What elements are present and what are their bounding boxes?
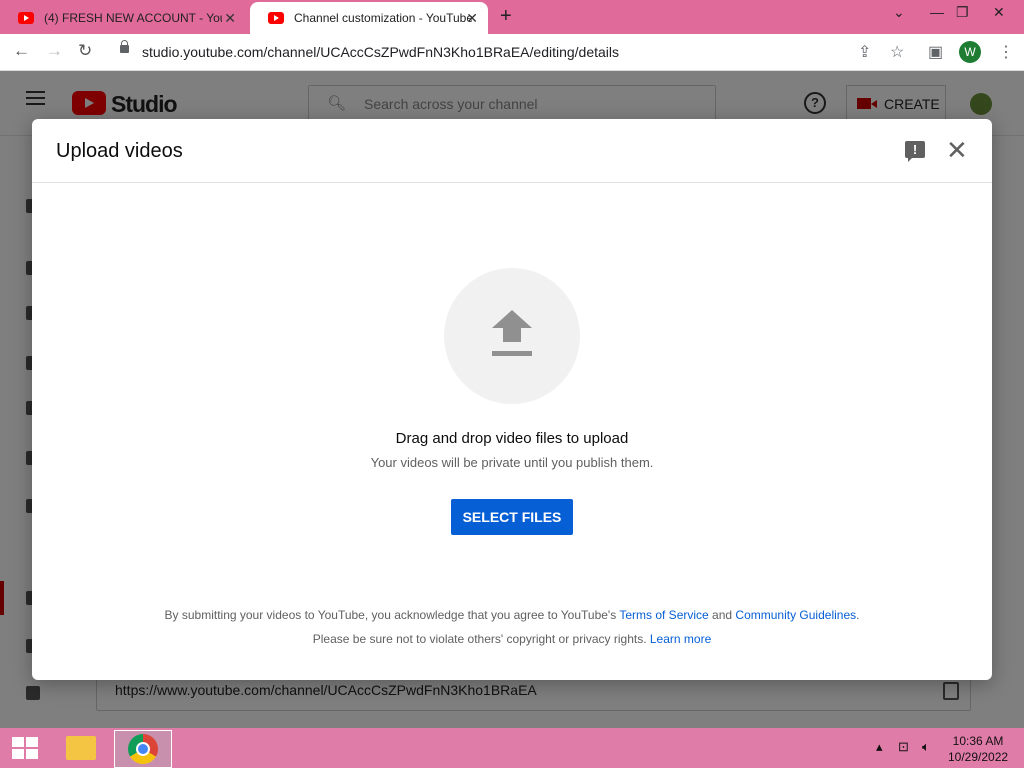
send-feedback-icon[interactable]: ! bbox=[905, 141, 925, 162]
show-hidden-icons-icon[interactable]: ▴ bbox=[876, 739, 883, 755]
windows-taskbar: ▴ ⊡ 🔈︎ 10:36 AM 10/29/2022 bbox=[0, 728, 1024, 768]
terms-of-service-link[interactable]: Terms of Service bbox=[619, 608, 708, 622]
tab-title: Channel customization - YouTube bbox=[294, 11, 472, 25]
profile-avatar[interactable]: W bbox=[959, 41, 981, 63]
windows-start-icon[interactable] bbox=[12, 737, 38, 759]
chrome-taskbar-button[interactable] bbox=[114, 730, 172, 768]
legal-and: and bbox=[708, 608, 736, 622]
dialog-title: Upload videos bbox=[56, 140, 183, 162]
close-tab-icon[interactable]: ✕ bbox=[466, 10, 478, 27]
community-guidelines-link[interactable]: Community Guidelines bbox=[735, 608, 856, 622]
clock-date: 10/29/2022 bbox=[948, 750, 1009, 764]
youtube-favicon-icon bbox=[268, 12, 284, 24]
address-bar[interactable]: studio.youtube.com/channel/UCAccCsZPwdFn… bbox=[142, 44, 619, 60]
upload-arrow-stem bbox=[503, 328, 521, 342]
reload-icon[interactable]: ↻ bbox=[78, 41, 92, 61]
new-tab-icon[interactable]: + bbox=[500, 5, 512, 28]
legal-prefix: By submitting your videos to YouTube, yo… bbox=[164, 608, 620, 622]
back-icon[interactable]: ← bbox=[13, 41, 30, 61]
youtube-favicon-icon bbox=[18, 12, 34, 24]
drag-drop-text: Drag and drop video files to upload bbox=[395, 430, 629, 447]
close-dialog-icon[interactable]: ✕ bbox=[946, 137, 968, 163]
upload-videos-dialog: Upload videos ! ✕ Drag and drop video fi… bbox=[32, 119, 992, 680]
upload-arrow-icon bbox=[492, 310, 532, 328]
chrome-icon bbox=[128, 734, 158, 764]
restore-icon[interactable]: ❐ bbox=[956, 4, 969, 21]
dialog-divider bbox=[32, 182, 992, 183]
select-files-button[interactable]: SELECT FILES bbox=[451, 499, 573, 535]
close-window-icon[interactable]: ✕ bbox=[993, 4, 1005, 21]
legal-period: . bbox=[856, 608, 860, 622]
file-explorer-icon[interactable] bbox=[66, 736, 96, 760]
privacy-note: Your videos will be private until you pu… bbox=[370, 455, 654, 470]
browser-tabstrip: (4) FRESH NEW ACCOUNT - YouT ✕ Channel c… bbox=[0, 0, 1024, 34]
more-menu-icon[interactable]: ⋮ bbox=[998, 42, 1014, 62]
learn-more-link[interactable]: Learn more bbox=[650, 632, 711, 646]
system-clock[interactable]: 10:36 AM 10/29/2022 bbox=[948, 733, 1008, 765]
legal-copyright-text: Please be sure not to violate others' co… bbox=[312, 632, 650, 646]
tab-search-chevron-icon[interactable]: ⌄ bbox=[893, 4, 905, 21]
volume-icon[interactable]: 🔈︎ bbox=[922, 739, 930, 755]
legal-line-2: Please be sure not to violate others' co… bbox=[32, 632, 992, 646]
legal-line-1: By submitting your videos to YouTube, yo… bbox=[32, 608, 992, 622]
minimize-icon[interactable]: — bbox=[930, 4, 944, 20]
lock-icon[interactable] bbox=[120, 40, 129, 53]
tab-title: (4) FRESH NEW ACCOUNT - YouT bbox=[44, 11, 222, 25]
bookmark-star-icon[interactable]: ☆ bbox=[890, 42, 904, 62]
tab-fresh-new-account[interactable]: (4) FRESH NEW ACCOUNT - YouT ✕ bbox=[0, 2, 246, 34]
network-icon[interactable]: ⊡ bbox=[898, 739, 909, 755]
close-tab-icon[interactable]: ✕ bbox=[224, 10, 236, 27]
share-icon[interactable]: ⇪ bbox=[858, 42, 871, 62]
upload-baseline bbox=[492, 351, 532, 356]
tab-channel-customization[interactable]: Channel customization - YouTube ✕ bbox=[250, 2, 488, 34]
clock-time: 10:36 AM bbox=[952, 734, 1004, 748]
forward-icon[interactable]: → bbox=[46, 41, 63, 61]
upload-drop-zone[interactable] bbox=[444, 268, 580, 404]
side-panel-icon[interactable]: ▣ bbox=[928, 42, 943, 62]
